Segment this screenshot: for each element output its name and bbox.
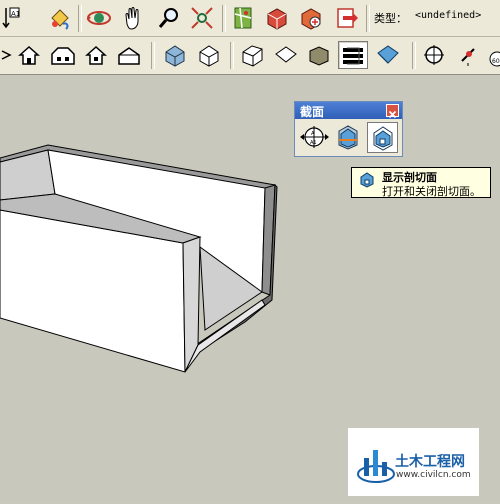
text-tool-icon[interactable]: A1	[0, 4, 20, 32]
section-panel-title: 截面	[300, 105, 325, 119]
orbit-icon[interactable]	[84, 4, 114, 32]
type-label: 类型：	[374, 12, 407, 25]
section-panel-title-bar[interactable]: 截面	[295, 102, 402, 119]
watermark-logo: 土木工程网 www.civilcn.com	[348, 428, 479, 496]
close-icon[interactable]	[386, 104, 399, 119]
watermark-name: 土木工程网	[395, 454, 465, 470]
monochrome-icon[interactable]	[338, 41, 368, 69]
hidden-line-icon[interactable]	[238, 41, 268, 69]
toolbar-separator	[151, 42, 155, 69]
shaded-textures-icon[interactable]	[373, 41, 403, 69]
toolbar-separator	[78, 5, 82, 32]
display-section-planes-icon[interactable]	[333, 122, 364, 153]
shaded-textures-icon[interactable]	[304, 41, 334, 69]
svg-text:A1: A1	[11, 10, 20, 18]
look-around-icon[interactable]: 60	[485, 41, 500, 69]
svg-text:A1: A1	[310, 140, 317, 146]
toolbar-separator	[230, 42, 234, 69]
walk-icon[interactable]	[453, 41, 483, 69]
tooltip-description: 打开和关闭剖切面。	[382, 185, 481, 198]
share-model-icon[interactable]	[296, 4, 326, 32]
shaded-icon[interactable]	[271, 41, 301, 69]
toolbar-separator	[222, 5, 226, 32]
zoom-icon[interactable]	[154, 4, 184, 32]
paint-bucket-icon[interactable]	[45, 4, 75, 32]
xray-icon[interactable]	[160, 41, 190, 69]
right-view-icon[interactable]	[81, 41, 111, 69]
section-plane-tool-icon[interactable]: A A1	[299, 122, 330, 153]
type-value: <undefined>	[415, 10, 482, 21]
toolbar-separator	[366, 5, 370, 32]
svg-text:A: A	[311, 131, 315, 137]
export-icon[interactable]	[331, 4, 361, 32]
wireframe-icon[interactable]	[194, 41, 224, 69]
sketchup-window: A1 类型： <undefined> 60 截面 A A1 显示剖切面 打开和关…	[0, 0, 500, 500]
front-view-icon[interactable]	[48, 41, 78, 69]
pan-icon[interactable]	[118, 4, 148, 32]
views-toolbar: 60	[0, 37, 500, 75]
position-camera-icon[interactable]	[419, 41, 449, 69]
toolbar-separator	[412, 42, 416, 69]
display-section-cuts-icon[interactable]	[367, 122, 398, 153]
tooltip: 显示剖切面 打开和关闭剖切面。	[351, 167, 491, 198]
display-section-cuts-icon	[358, 171, 376, 189]
iso-view-icon[interactable]	[0, 41, 12, 69]
map-icon[interactable]	[228, 4, 258, 32]
logo-icon	[357, 450, 395, 483]
svg-text:60: 60	[492, 58, 500, 65]
section-toolbar-panel: 截面 A A1	[294, 101, 403, 157]
top-view-icon[interactable]	[14, 41, 44, 69]
component-warehouse-icon[interactable]	[262, 4, 292, 32]
watermark-url: www.civilcn.com	[396, 470, 471, 480]
zoom-extents-icon[interactable]	[187, 4, 217, 32]
main-toolbar: A1 类型： <undefined>	[0, 0, 500, 37]
back-view-icon[interactable]	[114, 41, 144, 69]
